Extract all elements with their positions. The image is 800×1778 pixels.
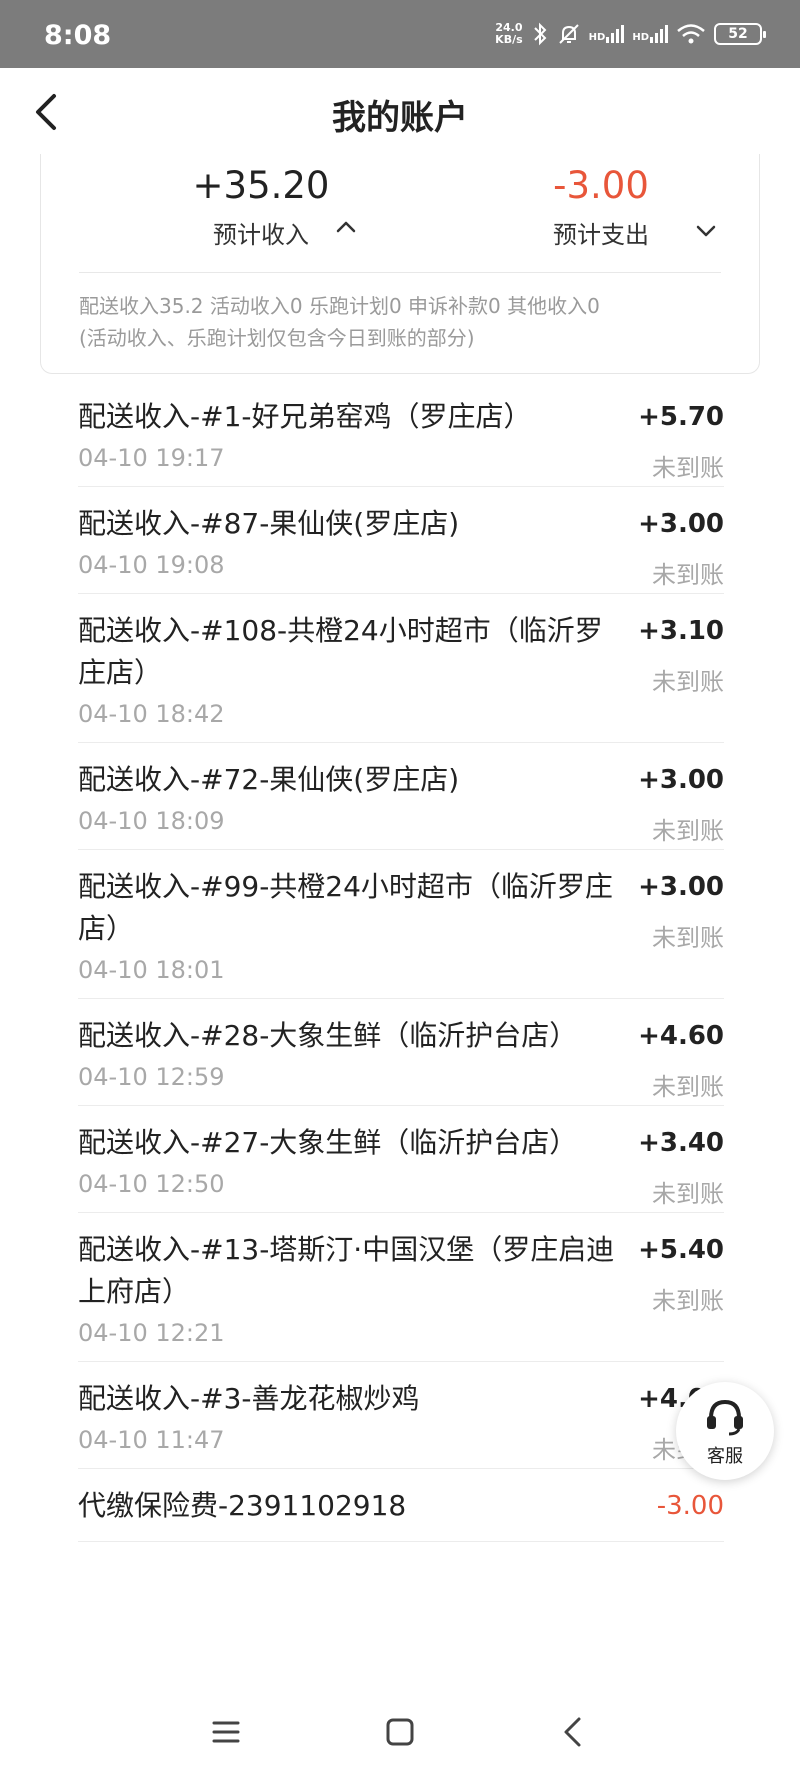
transaction-status: 未到账 <box>652 561 724 589</box>
transaction-time: 04-10 12:21 <box>78 1319 225 1347</box>
transaction-time: 04-10 12:50 <box>78 1170 225 1198</box>
card-divider <box>79 272 721 273</box>
transaction-title: 代缴保险费-2391102918 <box>78 1489 407 1522</box>
bell-muted-icon <box>558 24 579 44</box>
chevron-up-icon[interactable] <box>333 214 359 240</box>
transaction-status: 未到账 <box>652 924 724 952</box>
transaction-row[interactable]: 配送收入-#108-共橙24小时超市（临沂罗庄店） 04-10 18:42 +3.1… <box>78 594 724 743</box>
transaction-amount: +4.60 <box>638 1021 724 1051</box>
transaction-time: 04-10 18:09 <box>78 807 225 835</box>
transaction-row[interactable]: 配送收入-#27-大象生鲜（临沂护台店） 04-10 12:50 +3.40 未到账 <box>78 1106 724 1213</box>
income-value: +35.20 <box>192 164 330 207</box>
battery-icon: 52 <box>714 23 766 45</box>
transaction-row[interactable]: 配送收入-#1-好兄弟窑鸡（罗庄店） 04-10 19:17 +5.70 未到账 <box>78 380 724 487</box>
transaction-time: 04-10 11:47 <box>78 1426 225 1454</box>
transaction-time: 04-10 12:59 <box>78 1063 225 1091</box>
transaction-row[interactable]: 配送收入-#3-善龙花椒炒鸡04-10 11:47+4.00未到账 <box>78 1362 724 1469</box>
bluetooth-icon <box>533 22 547 46</box>
transaction-status: 未到账 <box>652 1287 724 1315</box>
transaction-amount: -3.00 <box>656 1491 724 1521</box>
transaction-status: 未到账 <box>652 817 724 845</box>
transaction-title: 配送收入-#13-塔斯汀·中国汉堡（罗庄启迪上府店） <box>78 1233 615 1308</box>
customer-service-button[interactable]: 客服 <box>676 1382 774 1480</box>
transaction-list: 配送收入-#1-好兄弟窑鸡（罗庄店） 04-10 19:17 +5.70 未到账 配送收… <box>78 380 724 1542</box>
transaction-amount: +5.70 <box>638 402 724 432</box>
customer-service-label: 客服 <box>707 1446 743 1467</box>
status-time: 8:08 <box>44 20 112 51</box>
transaction-title: 配送收入-#99-共橙24小时超市（临沂罗庄店） <box>78 870 613 945</box>
summary-card: +35.20 预计收入 -3.00 预计支出 配送收入35.2 活动收入0 乐跑… <box>40 154 760 374</box>
income-breakdown: 配送收入35.2 活动收入0 乐跑计划0 申诉补款0 其他收入0 (活动收入、乐… <box>79 294 600 350</box>
headset-icon <box>707 1399 743 1436</box>
page-title: 我的账户 <box>332 98 468 138</box>
signal-2-icon: HD <box>632 25 668 43</box>
transaction-amount: +3.00 <box>638 872 724 902</box>
transaction-row[interactable]: 代缴保险费-2391102918 -3.00 <box>78 1469 724 1542</box>
transaction-time: 04-10 19:17 <box>78 444 225 472</box>
transaction-status: 未到账 <box>652 1180 724 1208</box>
transaction-amount: +3.00 <box>638 765 724 795</box>
transaction-row[interactable]: 配送收入-#13-塔斯汀·中国汉堡（罗庄启迪上府店） 04-10 12:21 +5.… <box>78 1213 724 1362</box>
network-speed: 24.0 KB/s <box>495 21 523 46</box>
transaction-title: 配送收入-#87-果仙侠(罗庄店) <box>78 507 460 540</box>
transaction-title: 配送收入-#108-共橙24小时超市（临沂罗庄店） <box>78 614 603 689</box>
transaction-row[interactable]: 配送收入-#99-共橙24小时超市（临沂罗庄店） 04-10 18:01 +3.00… <box>78 850 724 999</box>
chevron-down-icon[interactable] <box>693 218 719 244</box>
expense-summary[interactable]: -3.00 预计支出 <box>481 164 721 250</box>
transaction-time: 04-10 18:01 <box>78 956 225 984</box>
status-icons: 24.0 KB/s HD HD 52 <box>495 21 766 46</box>
menu-icon[interactable] <box>206 1712 246 1752</box>
transaction-title: 配送收入-#3-善龙花椒炒鸡 <box>78 1382 420 1415</box>
transaction-title: 配送收入-#72-果仙侠(罗庄店) <box>78 763 460 796</box>
transaction-status: 未到账 <box>652 668 724 696</box>
status-bar: 8:08 24.0 KB/s HD HD 52 <box>0 0 800 68</box>
transaction-title: 配送收入-#27-大象生鲜（临沂护台店） <box>78 1126 578 1159</box>
transaction-row[interactable]: 配送收入-#72-果仙侠(罗庄店) 04-10 18:09 +3.00 未到账 <box>78 743 724 850</box>
wifi-icon <box>677 24 705 44</box>
transaction-status: 未到账 <box>652 454 724 482</box>
transaction-amount: +3.10 <box>638 616 724 646</box>
header: 我的账户 <box>0 68 800 154</box>
system-nav-bar <box>0 1690 800 1778</box>
transaction-title: 配送收入-#28-大象生鲜（临沂护台店） <box>78 1019 578 1052</box>
expense-label: 预计支出 <box>553 221 649 249</box>
transaction-row[interactable]: 配送收入-#28-大象生鲜（临沂护台店） 04-10 12:59 +4.60 未到账 <box>78 999 724 1106</box>
transaction-time: 04-10 19:08 <box>78 551 225 579</box>
transaction-title: 配送收入-#1-好兄弟窑鸡（罗庄店） <box>78 400 532 433</box>
transaction-time: 04-10 18:42 <box>78 700 225 728</box>
home-icon[interactable] <box>380 1712 420 1752</box>
transaction-amount: +5.40 <box>638 1235 724 1265</box>
transaction-amount: +3.40 <box>638 1128 724 1158</box>
signal-1-icon: HD <box>589 25 625 43</box>
transaction-row[interactable]: 配送收入-#87-果仙侠(罗庄店) 04-10 19:08 +3.00 未到账 <box>78 487 724 594</box>
transaction-amount: +3.00 <box>638 509 724 539</box>
expense-value: -3.00 <box>553 164 649 207</box>
transaction-status: 未到账 <box>652 1073 724 1101</box>
system-back-icon[interactable] <box>554 1712 594 1752</box>
